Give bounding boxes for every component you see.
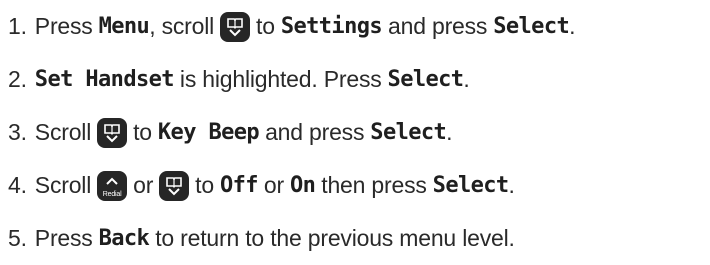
lcd-text-select: Select [370,120,447,145]
step-text: Scroll [34,119,92,145]
lcd-text-on: On [289,173,316,198]
phonebook-scroll-down-icon [220,11,251,42]
lcd-text-settings: Settings [280,14,383,39]
lcd-text-set-handset: Set Handset [34,67,175,92]
lcd-text-select: Select [387,67,464,92]
step-text: Press [34,13,93,39]
step-number: 4. [8,172,27,198]
step-number: 2. [8,66,27,92]
step-text: or [133,172,154,198]
step-text: . [569,13,576,39]
step-text: to [256,13,275,39]
step-4: 4. Scroll Redial or to Off or On then pr… [8,159,708,212]
step-text: to [133,119,152,145]
step-text: , scroll [149,13,215,39]
step-3: 3. Scroll to Key Beep and press Select . [8,106,708,159]
step-number: 5. [8,225,27,251]
lcd-text-menu: Menu [98,14,150,39]
step-number: 1. [8,13,27,39]
redial-label: Redial [102,190,122,198]
step-text: Scroll [34,172,92,198]
step-text: or [263,172,284,198]
step-text: and press [265,119,365,145]
lcd-text-select: Select [493,14,570,39]
step-2: 2. Set Handset is highlighted. Press Sel… [8,53,708,106]
step-number: 3. [8,119,27,145]
lcd-text-select: Select [432,173,509,198]
step-text: then press [321,172,427,198]
step-text: Press [34,225,93,251]
phonebook-scroll-down-icon [159,170,190,201]
step-text: to return to the previous menu level. [155,225,515,251]
instruction-steps: 1. Press Menu , scroll to Settings and p… [8,0,708,265]
phonebook-scroll-down-icon [97,117,128,148]
lcd-text-back: Back [98,226,150,251]
lcd-text-off: Off [219,173,259,198]
redial-scroll-up-icon: Redial [97,170,128,201]
step-1: 1. Press Menu , scroll to Settings and p… [8,0,708,53]
step-text: is highlighted. Press [179,66,382,92]
lcd-text-key-beep: Key Beep [157,120,260,145]
step-text: . [446,119,453,145]
step-text: and press [388,13,488,39]
step-text: . [463,66,470,92]
step-text: to [195,172,214,198]
step-5: 5. Press Back to return to the previous … [8,212,708,265]
step-text: . [508,172,515,198]
